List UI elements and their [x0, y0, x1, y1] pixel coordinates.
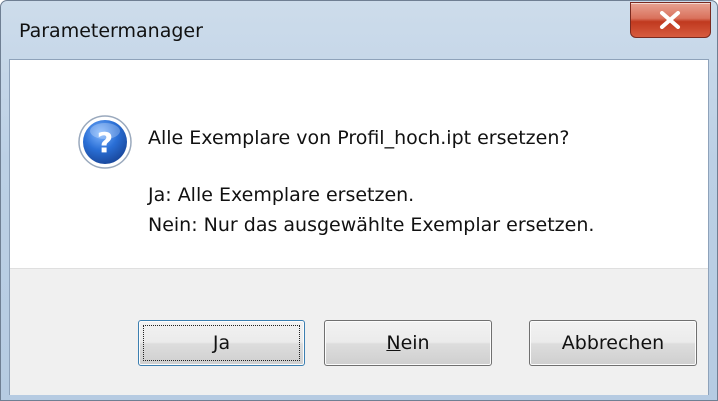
no-button[interactable]: Nein — [324, 320, 492, 366]
button-bar: Ja Nein Abbrechen — [10, 268, 708, 395]
window-title: Parametermanager — [19, 20, 203, 42]
dialog-client-area: ? Alle Exemplare von Profil_hoch.ipt ers… — [9, 59, 709, 395]
no-button-label: Nein — [386, 332, 430, 354]
close-button[interactable] — [630, 2, 711, 38]
yes-button-label: Ja — [212, 332, 231, 354]
question-icon: ? — [78, 115, 132, 169]
question-text: Alle Exemplare von Profil_hoch.ipt erset… — [148, 127, 570, 149]
dialog-window: Parametermanager ? Alle Exemplare von Pr… — [0, 0, 718, 401]
close-icon — [660, 11, 680, 29]
no-explanation: Nein: Nur das ausgewählte Exemplar erset… — [148, 214, 595, 236]
cancel-button[interactable]: Abbrechen — [529, 320, 697, 366]
yes-button[interactable]: Ja — [138, 320, 305, 366]
title-bar[interactable]: Parametermanager — [1, 1, 717, 59]
svg-text:?: ? — [97, 126, 113, 159]
message-area: ? Alle Exemplare von Profil_hoch.ipt ers… — [10, 60, 708, 268]
cancel-button-label: Abbrechen — [561, 332, 665, 354]
yes-explanation: Ja: Alle Exemplare ersetzen. — [148, 184, 415, 206]
